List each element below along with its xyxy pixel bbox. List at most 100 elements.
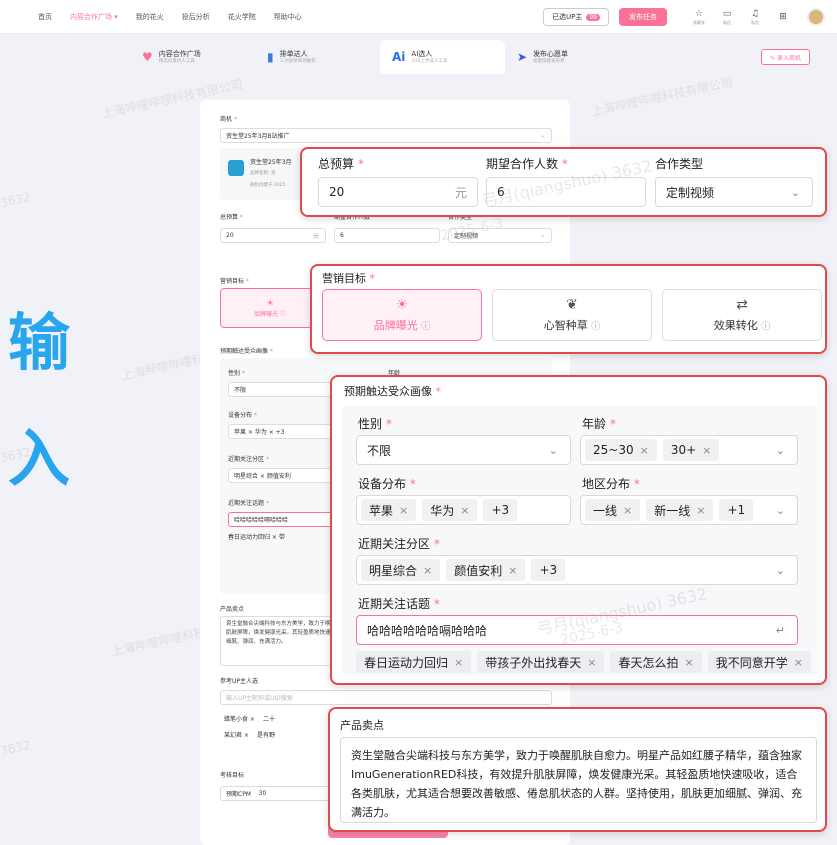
enter-business-button[interactable]: ✎ 录入商机 bbox=[761, 49, 810, 65]
tool-tab-bar: ♥ 内容合作广场 精选创意达人工具 ▮ 排单达人 三大榜单每周推荐 Ai AI选人小… bbox=[130, 40, 820, 74]
send-icon: ➤ bbox=[517, 50, 528, 64]
help-icon: ⓘ bbox=[761, 322, 771, 332]
zoom-section-select[interactable]: 明星综合 × 颜值安利 × +3 ⌄ bbox=[356, 555, 798, 585]
zoom-gender-select[interactable]: 不限 ⌄ bbox=[356, 435, 571, 465]
selected-up-button[interactable]: 已选UP主 99 bbox=[543, 8, 609, 26]
device-value: 苹果 × 华为 × +3 bbox=[234, 429, 285, 436]
tab-content-square[interactable]: ♥ 内容合作广场 精选创意达人工具 bbox=[130, 40, 255, 74]
section-tag: 颜值安利 × bbox=[446, 559, 526, 581]
zoom-region-select[interactable]: 一线 × 新一线 × +1 ⌄ bbox=[580, 495, 798, 525]
ref-tag[interactable]: 蜡笔小食 × bbox=[224, 714, 255, 723]
chevron-down-icon: ⌄ bbox=[539, 132, 545, 139]
budget-unit: 元 bbox=[454, 185, 467, 200]
watermark: 3632 bbox=[0, 189, 32, 211]
watermark: 上海哔哩哔哩科技有限公司 bbox=[590, 75, 735, 119]
favorites-icon[interactable]: ☆ 收藏夹 bbox=[689, 9, 709, 25]
ref-tag[interactable]: 二十 bbox=[263, 714, 275, 723]
zoom-topic-label: 近期关注话题 * bbox=[358, 597, 440, 611]
close-icon[interactable]: × bbox=[696, 504, 705, 517]
close-icon[interactable]: × bbox=[423, 564, 432, 577]
gender-label: 性别 * bbox=[228, 370, 245, 377]
ref-tags: 某幻君 × 是有野 bbox=[224, 730, 275, 739]
nav-item-help[interactable]: 帮助中心 bbox=[274, 12, 302, 22]
enter-icon[interactable]: ↵ bbox=[776, 624, 785, 637]
goal-option-conversion[interactable]: ⇄ 效果转化 ⓘ bbox=[662, 289, 822, 341]
close-icon[interactable]: × bbox=[794, 656, 803, 669]
close-icon[interactable]: × bbox=[684, 656, 693, 669]
region-more-tag: +1 bbox=[719, 499, 754, 521]
topic-tag: 春日运动力回归 × bbox=[356, 651, 472, 673]
nav-item-my-huahuo[interactable]: 我的花火 bbox=[136, 12, 164, 22]
help-icon: ⓘ bbox=[591, 322, 601, 332]
close-icon[interactable]: × bbox=[460, 504, 469, 517]
zoom-coop-label: 合作类型 bbox=[655, 157, 704, 171]
budget-input[interactable]: 20 元 bbox=[220, 228, 326, 243]
close-icon[interactable]: × bbox=[587, 656, 596, 669]
zoom-callout-product: 产品卖点 资生堂融合尖端科技与东方美学，致力于唤醒肌肤自愈力。明星产品如红腰子精… bbox=[328, 707, 827, 832]
goal-option-brand-exposure[interactable]: ☀ 品牌曝光 ⓘ bbox=[322, 289, 482, 341]
zoom-goal-label: 营销目标 * bbox=[322, 272, 375, 285]
topic-tag: 我不同意开学 × bbox=[707, 651, 811, 673]
ref-search-input[interactable]: 输入UP主昵称或UID搜索 bbox=[220, 690, 552, 705]
tab-rank[interactable]: ▮ 排单达人 三大榜单每周推荐 bbox=[255, 40, 380, 74]
section-value: 明星综合 × 颜值安利 bbox=[234, 473, 291, 480]
nav-item-academy[interactable]: 花火学院 bbox=[228, 12, 256, 22]
close-icon[interactable]: × bbox=[702, 444, 711, 457]
big-char-input-2: 入 bbox=[8, 422, 71, 495]
business-card-title: 资生堂25年3月 bbox=[250, 159, 292, 166]
kpi-label: 考核目标 bbox=[220, 772, 245, 779]
goal-label: 营销目标 * bbox=[220, 278, 249, 285]
budget-label: 总预算 * bbox=[220, 214, 243, 221]
zoom-count-label: 期望合作人数 * bbox=[486, 157, 568, 171]
big-char-input-1: 输 bbox=[8, 306, 71, 379]
zoom-device-label: 设备分布 * bbox=[358, 477, 416, 491]
goal-option-label: 心智种草 ⓘ bbox=[543, 319, 601, 332]
gender-value: 不限 bbox=[234, 387, 247, 394]
section-tag: 明星综合 × bbox=[361, 559, 441, 581]
close-icon[interactable]: × bbox=[623, 504, 632, 517]
zoom-device-select[interactable]: 苹果 × 华为 × +3 bbox=[356, 495, 571, 525]
tab-subtitle: 精选创意达人工具 bbox=[158, 59, 195, 65]
zoom-age-label: 年龄 * bbox=[582, 417, 616, 431]
sun-icon: ☀ bbox=[395, 297, 409, 313]
ai-icon: Ai bbox=[392, 50, 406, 64]
heart-icon: ♥ bbox=[142, 50, 153, 64]
business-select[interactable]: 资生堂25年3月B站推广 ⌄ bbox=[220, 128, 552, 143]
product-label: 产品卖点 bbox=[220, 606, 245, 613]
topic-tag: 春天怎么拍 × bbox=[610, 651, 702, 673]
exchange-icon: ⇄ bbox=[736, 297, 748, 313]
ref-tag[interactable]: 是有野 bbox=[257, 730, 275, 739]
zoom-product-textarea[interactable]: 资生堂融合尖端科技与东方美学，致力于唤醒肌肤自愈力。明星产品如红腰子精华，蕴含独… bbox=[340, 737, 817, 823]
budget-unit: 元 bbox=[312, 233, 319, 240]
age-tag: 25~30 × bbox=[585, 439, 657, 461]
goal-option-mind-seeding[interactable]: ❦ 心智种草 ⓘ bbox=[492, 289, 652, 341]
goal-option-brand-exposure[interactable]: ☀ 品牌曝光 ⓘ bbox=[220, 288, 320, 328]
zoom-topic-tags: 春日运动力回归 × 带孩子外出找春天 × 春天怎么拍 × 我不同意开学 × bbox=[356, 651, 817, 673]
publish-task-button[interactable]: 发布任务 bbox=[619, 8, 667, 26]
ref-tag[interactable]: 某幻君 × bbox=[224, 730, 249, 739]
close-icon[interactable]: × bbox=[640, 444, 649, 457]
apps-grid-icon[interactable]: ⊞ bbox=[773, 12, 793, 22]
nav-item-analysis[interactable]: 投后分析 bbox=[182, 12, 210, 22]
section-more-tag: +3 bbox=[531, 559, 566, 581]
tab-ai-select[interactable]: Ai AI选人 小白上手选人工具 bbox=[380, 40, 505, 74]
zoom-budget-input[interactable]: 20 元 bbox=[318, 177, 478, 207]
device-tag: 华为 × bbox=[422, 499, 478, 521]
count-value: 6 bbox=[340, 232, 344, 239]
zoom-budget-value: 20 bbox=[329, 185, 345, 199]
notification-icon[interactable]: ♫ 私信 bbox=[745, 9, 765, 25]
close-icon[interactable]: × bbox=[454, 656, 463, 669]
count-input[interactable]: 6 bbox=[334, 228, 440, 243]
sun-icon: ☀ bbox=[265, 298, 275, 309]
nav-item-home[interactable]: 首页 bbox=[38, 12, 52, 22]
device-label: 设备分布 * bbox=[228, 412, 257, 419]
tab-wishlist[interactable]: ➤ 发布心愿单 批量快捷发布单 bbox=[505, 40, 630, 74]
zoom-gender-label: 性别 * bbox=[358, 417, 392, 431]
nav-item-content-square[interactable]: 内容合作广场 ▾ bbox=[70, 12, 118, 22]
message-icon[interactable]: ▭ 私信 bbox=[717, 9, 737, 25]
close-icon[interactable]: × bbox=[399, 504, 408, 517]
zoom-coop-select[interactable]: 定制视频 ⌄ bbox=[655, 177, 813, 207]
zoom-age-select[interactable]: 25~30 × 30+ × ⌄ bbox=[580, 435, 798, 465]
avatar[interactable] bbox=[807, 8, 825, 26]
close-icon[interactable]: × bbox=[508, 564, 517, 577]
